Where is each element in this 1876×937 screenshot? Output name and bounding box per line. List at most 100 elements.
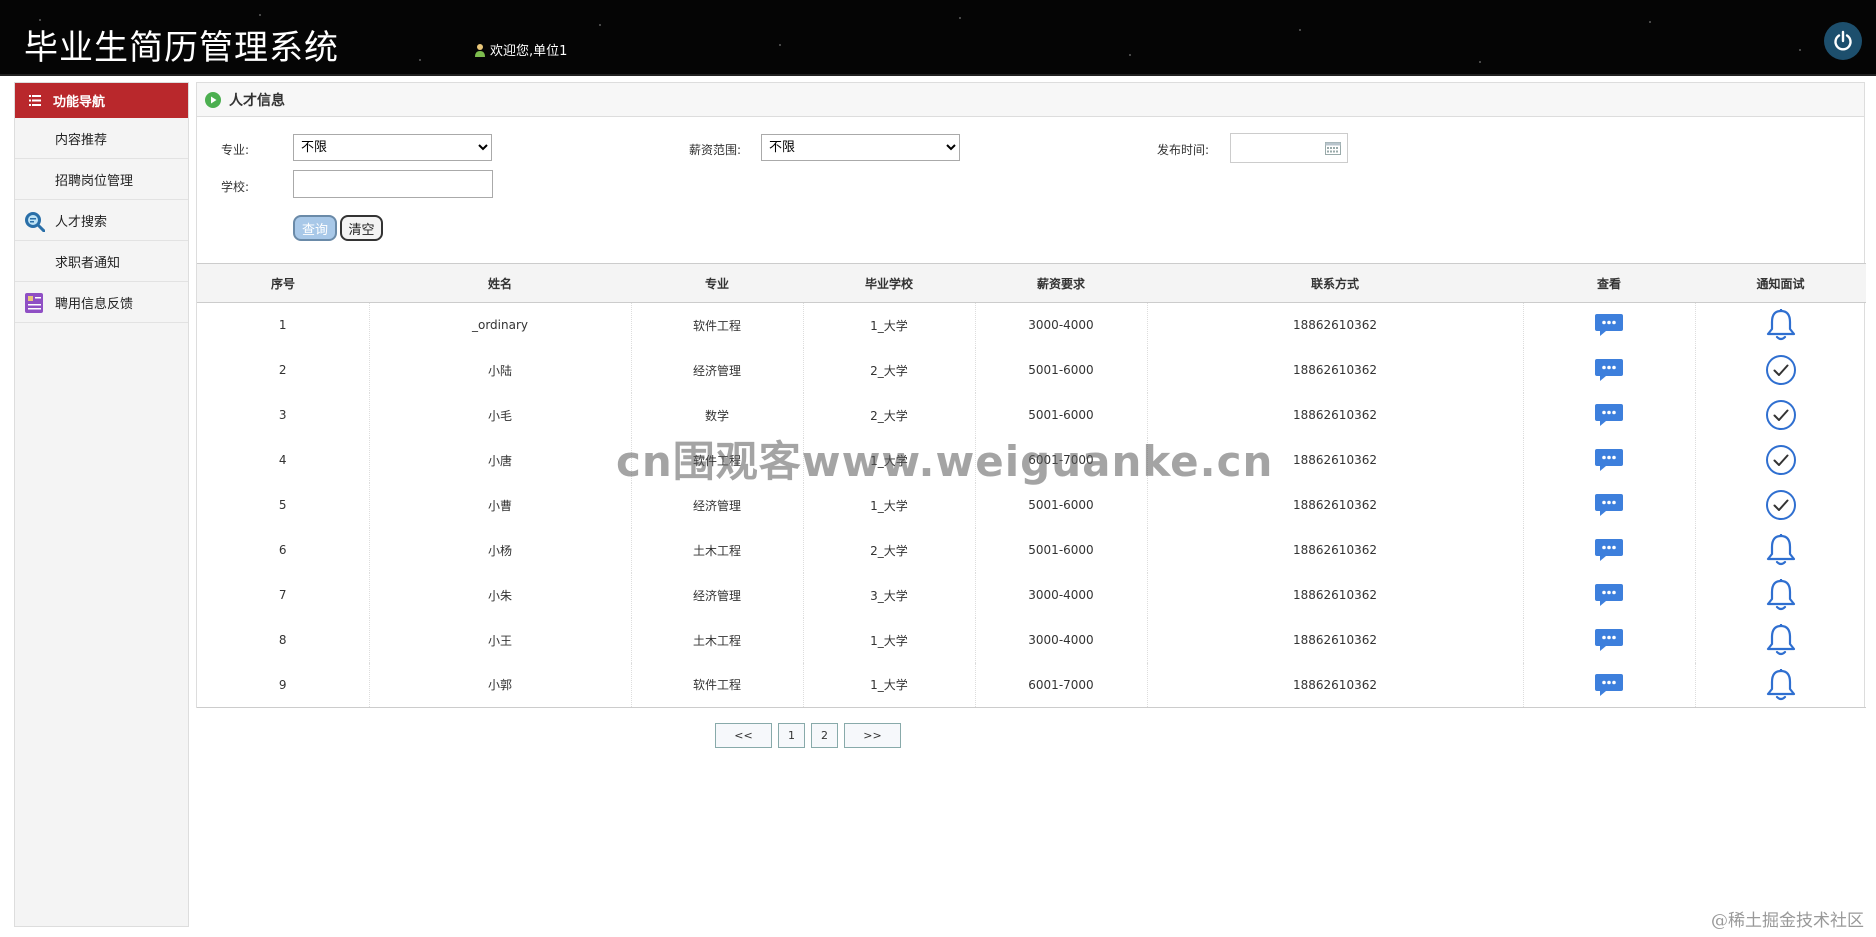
sidebar-item-job-management[interactable]: 招聘岗位管理 bbox=[15, 159, 188, 200]
cell-view bbox=[1523, 527, 1696, 573]
cell-notify bbox=[1695, 348, 1866, 393]
cell-view bbox=[1523, 347, 1696, 393]
calendar-icon[interactable] bbox=[1325, 141, 1341, 155]
cell-no: 1 bbox=[197, 302, 370, 348]
cell-view bbox=[1523, 662, 1696, 708]
chat-icon[interactable] bbox=[1594, 357, 1624, 383]
sidebar-item-applicant-notice[interactable]: 求职者通知 bbox=[15, 241, 188, 282]
cell-name: 小朱 bbox=[369, 572, 632, 618]
cell-contact: 18862610362 bbox=[1147, 527, 1524, 573]
page-1-button[interactable]: 1 bbox=[778, 723, 805, 748]
cell-salary: 5001-6000 bbox=[975, 482, 1148, 528]
salary-select[interactable]: 不限 bbox=[761, 134, 960, 161]
cell-no: 9 bbox=[197, 662, 370, 708]
chat-icon[interactable] bbox=[1594, 537, 1624, 563]
panel-header: 人才信息 bbox=[196, 82, 1865, 117]
sidebar-item-label: 招聘岗位管理 bbox=[55, 173, 134, 189]
user-icon bbox=[475, 43, 485, 57]
watermark-text: cn围观客www.weiguanke.cn bbox=[616, 437, 1274, 486]
cell-notify bbox=[1695, 303, 1866, 348]
cell-name: 小陆 bbox=[369, 347, 632, 393]
col-header-school: 毕业学校 bbox=[803, 263, 975, 303]
bell-icon[interactable] bbox=[1765, 578, 1797, 612]
cell-contact: 18862610362 bbox=[1147, 617, 1524, 663]
power-icon bbox=[1834, 30, 1852, 51]
cell-notify bbox=[1695, 393, 1866, 438]
cell-no: 2 bbox=[197, 347, 370, 393]
table-row: 2 小陆 经济管理 2_大学 5001-6000 18862610362 bbox=[197, 347, 1866, 393]
cell-name: 小曹 bbox=[369, 482, 632, 528]
clear-button[interactable]: 清空 bbox=[340, 215, 383, 241]
welcome-message: 欢迎您,单位1 bbox=[474, 40, 567, 59]
cell-name: 小毛 bbox=[369, 392, 632, 438]
check-circle-icon[interactable] bbox=[1765, 354, 1797, 386]
col-header-major: 专业 bbox=[631, 263, 803, 303]
col-header-salary: 薪资要求 bbox=[975, 263, 1147, 303]
query-button[interactable]: 查询 bbox=[293, 215, 337, 241]
check-circle-icon[interactable] bbox=[1765, 444, 1797, 476]
bell-icon[interactable] bbox=[1765, 623, 1797, 657]
cell-view bbox=[1523, 392, 1696, 438]
cell-major: 土木工程 bbox=[631, 527, 804, 573]
next-page-button[interactable]: >> bbox=[844, 723, 901, 748]
cell-contact: 18862610362 bbox=[1147, 662, 1524, 708]
panel-title: 人才信息 bbox=[229, 92, 285, 109]
sidebar-item-talent-search[interactable]: 人才搜索 bbox=[15, 200, 188, 241]
date-label: 发布时间: bbox=[1157, 143, 1210, 157]
check-circle-icon[interactable] bbox=[1765, 489, 1797, 521]
chat-icon[interactable] bbox=[1594, 582, 1624, 608]
sidebar-item-content-recommend[interactable]: 内容推荐 bbox=[15, 118, 188, 159]
cell-major: 土木工程 bbox=[631, 617, 804, 663]
corner-watermark: @稀土掘金技术社区 bbox=[1711, 911, 1864, 931]
cell-no: 5 bbox=[197, 482, 370, 528]
col-header-contact: 联系方式 bbox=[1147, 263, 1523, 303]
cell-notify bbox=[1695, 483, 1866, 528]
chat-icon[interactable] bbox=[1594, 627, 1624, 653]
cell-school: 1_大学 bbox=[803, 662, 976, 708]
bell-icon[interactable] bbox=[1765, 308, 1797, 342]
cell-major: 经济管理 bbox=[631, 347, 804, 393]
cell-no: 7 bbox=[197, 572, 370, 618]
table-row: 8 小王 土木工程 1_大学 3000-4000 18862610362 bbox=[197, 617, 1866, 663]
cell-major: 经济管理 bbox=[631, 482, 804, 528]
chat-icon[interactable] bbox=[1594, 447, 1624, 473]
cell-school: 2_大学 bbox=[803, 527, 976, 573]
col-header-notify: 通知面试 bbox=[1695, 263, 1866, 303]
cell-no: 3 bbox=[197, 392, 370, 438]
cell-view bbox=[1523, 617, 1696, 663]
salary-label: 薪资范围: bbox=[689, 143, 742, 157]
bell-icon[interactable] bbox=[1765, 668, 1797, 702]
logout-button[interactable] bbox=[1824, 22, 1862, 60]
sidebar-item-label: 人才搜索 bbox=[55, 214, 108, 230]
cell-view bbox=[1523, 437, 1696, 483]
cell-notify bbox=[1695, 662, 1866, 708]
chat-icon[interactable] bbox=[1594, 312, 1624, 338]
sidebar-item-hire-feedback[interactable]: 聘用信息反馈 bbox=[15, 282, 188, 323]
col-header-no: 序号 bbox=[197, 263, 369, 303]
cell-notify bbox=[1695, 618, 1866, 663]
cell-major: 经济管理 bbox=[631, 572, 804, 618]
cell-no: 6 bbox=[197, 527, 370, 573]
cell-view bbox=[1523, 482, 1696, 528]
cell-contact: 18862610362 bbox=[1147, 347, 1524, 393]
school-input[interactable] bbox=[293, 170, 493, 198]
major-select[interactable]: 不限 bbox=[293, 134, 492, 161]
date-input[interactable] bbox=[1230, 133, 1348, 163]
table-body: 1 _ordinary 软件工程 1_大学 3000-4000 18862610362 2 小… bbox=[197, 302, 1866, 708]
top-header: 毕业生简历管理系统 欢迎您,单位1 bbox=[0, 0, 1876, 76]
prev-page-button[interactable]: << bbox=[715, 723, 772, 748]
cell-major: 软件工程 bbox=[631, 302, 804, 348]
sidebar-heading: 功能导航 bbox=[15, 83, 188, 118]
bell-icon[interactable] bbox=[1765, 533, 1797, 567]
sidebar-item-label: 内容推荐 bbox=[55, 132, 108, 148]
col-header-view: 查看 bbox=[1523, 263, 1695, 303]
chat-icon[interactable] bbox=[1594, 672, 1624, 698]
cell-notify bbox=[1695, 438, 1866, 483]
chat-icon[interactable] bbox=[1594, 492, 1624, 518]
chat-icon[interactable] bbox=[1594, 402, 1624, 428]
check-circle-icon[interactable] bbox=[1765, 399, 1797, 431]
table-row: 7 小朱 经济管理 3_大学 3000-4000 18862610362 bbox=[197, 572, 1866, 618]
page-2-button[interactable]: 2 bbox=[811, 723, 838, 748]
table-row: 9 小郭 软件工程 1_大学 6001-7000 18862610362 bbox=[197, 662, 1866, 708]
sidebar-item-label: 求职者通知 bbox=[55, 255, 121, 271]
